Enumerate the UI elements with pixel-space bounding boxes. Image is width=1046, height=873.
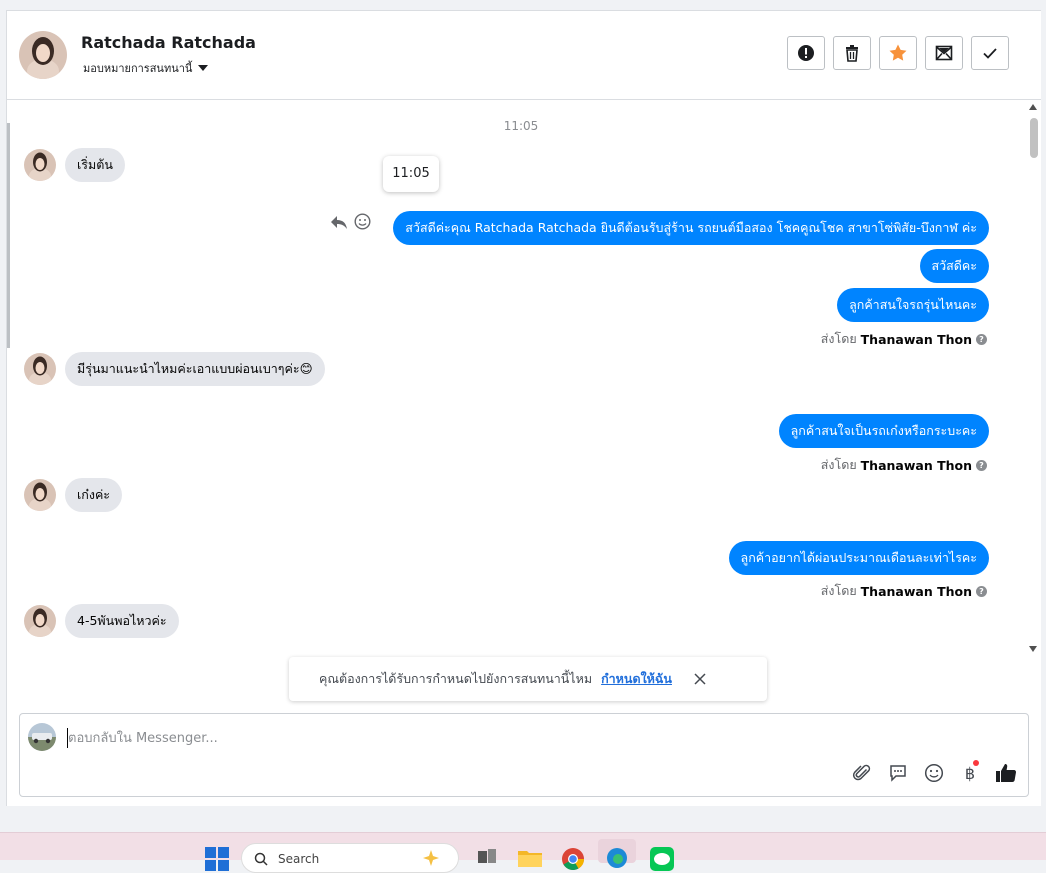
line-app-icon[interactable] — [650, 847, 674, 871]
reply-icon[interactable] — [330, 214, 348, 230]
baht-icon: ฿ — [964, 763, 976, 783]
alert-icon — [798, 45, 814, 61]
sparkle-icon — [423, 850, 439, 866]
delete-button[interactable] — [833, 36, 871, 70]
sent-by-prefix: ส่งโดย — [820, 331, 857, 346]
message-bubble[interactable]: 4-5พันพอไหวค่ะ — [65, 604, 179, 638]
scroll-down-arrow[interactable] — [1029, 646, 1037, 652]
search-icon — [254, 852, 268, 866]
like-button[interactable] — [995, 762, 1017, 784]
check-icon — [983, 48, 997, 59]
scroll-up-arrow[interactable] — [1029, 104, 1037, 110]
message-incoming: เริ่มต้น — [24, 148, 125, 182]
reply-input[interactable] — [67, 728, 668, 748]
contact-avatar[interactable] — [24, 353, 56, 385]
message-bubble-outgoing[interactable]: ลูกค้าสนใจเป็นรถเก๋งหรือกระบะคะ — [778, 414, 989, 448]
sent-by-name: Thanawan Thon — [860, 583, 972, 599]
star-icon — [889, 44, 907, 61]
trash-icon — [846, 45, 858, 62]
chrome-icon[interactable] — [561, 847, 585, 871]
close-notice-button[interactable] — [694, 673, 706, 685]
windows-start-icon[interactable] — [205, 847, 229, 871]
taskbar-search-label: Search — [278, 852, 320, 866]
sent-by-label: ส่งโดย Thanawan Thon ? — [821, 455, 987, 475]
taskbar-search[interactable]: Search — [241, 843, 459, 873]
emoji-react-icon[interactable] — [354, 213, 371, 230]
emoji-icon — [924, 763, 944, 783]
contact-avatar[interactable] — [24, 479, 56, 511]
star-button[interactable] — [879, 36, 917, 70]
edge-icon — [607, 848, 627, 868]
saved-replies-button[interactable] — [887, 762, 909, 784]
assign-notice: คุณต้องการได้รับการกำหนดไปยังการสนทนานี้… — [289, 657, 767, 701]
message-incoming: เก๋งค่ะ — [24, 478, 123, 512]
contact-avatar[interactable] — [24, 605, 56, 637]
sent-by-name: Thanawan Thon — [860, 457, 972, 473]
payment-button[interactable]: ฿ — [959, 760, 981, 784]
message-hover-tools — [330, 213, 371, 230]
conversation-header: Ratchada Ratchada มอบหมายการสนทนานี้ — [7, 11, 1041, 100]
assign-notice-text: คุณต้องการได้รับการกำหนดไปยังการสนทนานี้… — [319, 671, 593, 686]
chat-bubble-icon — [890, 765, 906, 782]
sent-by-label: ส่งโดย Thanawan Thon ? — [821, 581, 987, 601]
taskbar: Search — [0, 832, 1046, 873]
assign-to-me-link[interactable]: กำหนดให้ฉัน — [601, 669, 672, 689]
mark-unread-button[interactable] — [925, 36, 963, 70]
reply-composer: ฿ — [19, 713, 1029, 797]
taskbar-active-app[interactable] — [598, 839, 636, 868]
help-icon[interactable]: ? — [976, 459, 987, 471]
help-icon[interactable]: ? — [976, 333, 987, 345]
page-avatar — [28, 723, 56, 751]
message-bubble-outgoing[interactable]: สวัสดีค่ะคุณ Ratchada Ratchada ยินดีต้อน… — [393, 211, 989, 245]
message-bubble-outgoing[interactable]: ลูกค้าสนใจรถรุ่นไหนคะ — [837, 288, 989, 322]
close-icon — [694, 673, 706, 685]
messenger-panel: Ratchada Ratchada มอบหมายการสนทนานี้ 11:… — [6, 10, 1041, 806]
sent-by-prefix: ส่งโดย — [820, 457, 857, 472]
task-view-icon[interactable] — [476, 847, 498, 867]
contact-avatar[interactable] — [19, 31, 67, 79]
message-list: 11:05 เริ่มต้น 11:05 สวัสดีค่ะคุณ Ratcha… — [7, 100, 1027, 660]
mark-done-button[interactable] — [971, 36, 1009, 70]
caret-down-icon — [198, 65, 209, 71]
attach-button[interactable] — [851, 762, 873, 784]
notification-dot — [973, 760, 979, 766]
file-explorer-icon[interactable] — [517, 847, 543, 867]
timestamp-tooltip: 11:05 — [383, 156, 439, 192]
emoji-button[interactable] — [923, 762, 945, 784]
sent-by-label: ส่งโดย Thanawan Thon ? — [821, 329, 987, 349]
contact-avatar[interactable] — [24, 149, 56, 181]
thumbs-up-icon — [996, 764, 1017, 783]
time-separator: 11:05 — [503, 119, 539, 133]
message-incoming: มีรุ่นมาแนะนำไหมค่ะเอาแบบผ่อนเบาๆค่ะ😊 — [24, 352, 325, 386]
sent-by-name: Thanawan Thon — [860, 331, 972, 347]
message-bubble-outgoing[interactable]: สวัสดีคะ — [919, 249, 989, 283]
assign-dropdown[interactable]: มอบหมายการสนทนานี้ — [83, 59, 209, 77]
composer-tools: ฿ — [851, 760, 1017, 784]
sent-by-prefix: ส่งโดย — [820, 583, 857, 598]
help-icon[interactable]: ? — [976, 585, 987, 597]
scrollbar-thumb[interactable] — [1030, 118, 1038, 158]
paperclip-icon — [852, 764, 871, 781]
assign-label: มอบหมายการสนทนานี้ — [83, 62, 193, 75]
message-bubble[interactable]: มีรุ่นมาแนะนำไหมค่ะเอาแบบผ่อนเบาๆค่ะ😊 — [65, 352, 325, 386]
message-incoming: 4-5พันพอไหวค่ะ — [24, 604, 179, 638]
message-bubble[interactable]: เก๋งค่ะ — [65, 478, 123, 512]
mark-spam-button[interactable] — [787, 36, 825, 70]
contact-name[interactable]: Ratchada Ratchada — [81, 33, 256, 52]
envelope-icon — [935, 45, 953, 61]
message-bubble[interactable]: เริ่มต้น — [65, 148, 125, 182]
message-bubble-outgoing[interactable]: ลูกค้าอยากได้ผ่อนประมาณเดือนละเท่าไรคะ — [728, 541, 989, 575]
header-actions — [787, 36, 1009, 70]
